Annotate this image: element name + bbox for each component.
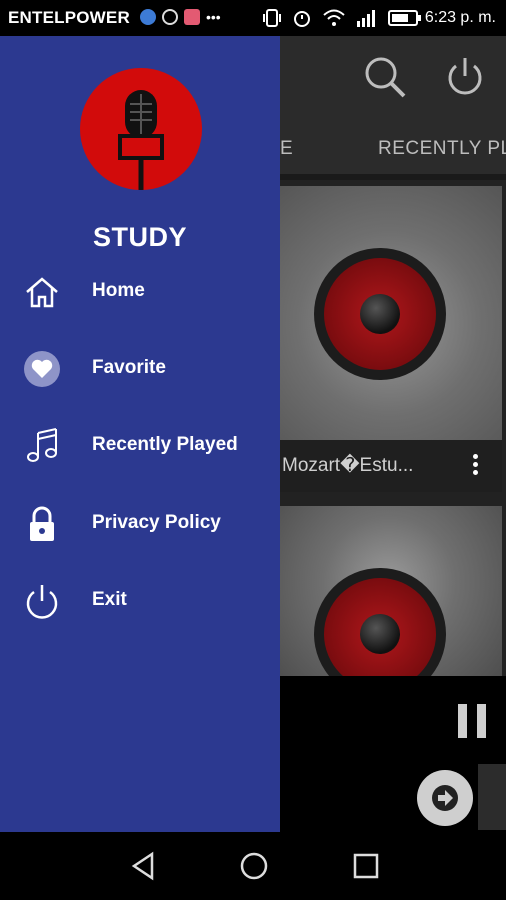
cast-icon (162, 9, 178, 25)
drawer-item-label: Favorite (92, 357, 166, 378)
microphone-logo (80, 68, 202, 190)
drawer-item-recently-played[interactable]: Recently Played (0, 416, 280, 476)
system-icons (262, 8, 422, 28)
scroll-edge (478, 764, 506, 830)
home-icon (26, 277, 58, 308)
search-icon[interactable] (362, 54, 408, 100)
track-card[interactable] (276, 506, 502, 676)
clock: 6:23 p. m. (424, 9, 496, 26)
lock-icon (30, 506, 54, 541)
more-notifications-icon: ••• (206, 9, 221, 25)
home-button-icon[interactable] (238, 850, 270, 882)
music-note-icon (27, 428, 57, 462)
wifi-icon (323, 9, 345, 26)
power-icon[interactable] (444, 54, 486, 96)
signal-icon (357, 10, 375, 27)
track-card[interactable]: Mozart�Estu... (276, 186, 502, 492)
alarm-icon (294, 11, 310, 27)
drawer-item-label: Privacy Policy (92, 512, 221, 533)
tab-recently-played[interactable]: RECENTLY PL (378, 138, 506, 160)
speaker-image (314, 568, 446, 676)
next-button[interactable] (417, 770, 473, 826)
drawer-item-privacy-policy[interactable]: Privacy Policy (0, 494, 280, 554)
back-icon[interactable] (128, 850, 160, 882)
drawer-item-exit[interactable]: Exit (0, 571, 280, 631)
heart-icon (24, 351, 60, 387)
drawer-item-label: Exit (92, 589, 127, 610)
arrow-right-icon (432, 785, 458, 811)
battery-icon (388, 10, 421, 26)
tab-home[interactable]: E (280, 138, 293, 160)
drawer-item-label: Home (92, 280, 145, 301)
more-options-icon[interactable] (473, 454, 478, 476)
track-artwork (276, 506, 502, 676)
microphone-icon (118, 90, 164, 190)
track-caption: Mozart�Estu... (276, 440, 502, 492)
app-notification-icon (140, 9, 156, 25)
vibrate-icon (263, 9, 281, 27)
drawer-item-label: Recently Played (92, 434, 238, 455)
status-bar: ENTELPOWER ••• 6:23 p. m. (0, 0, 506, 36)
carrier-name: ENTELPOWER (8, 8, 130, 27)
track-title: Mozart�Estu... (282, 455, 414, 476)
speaker-image (314, 248, 446, 380)
media-notification-icon (184, 9, 200, 25)
system-navigation-bar (0, 832, 506, 900)
power-icon (26, 585, 58, 619)
recents-icon[interactable] (350, 850, 382, 882)
drawer-title: STUDY (92, 222, 187, 252)
drawer-item-home[interactable]: Home (0, 262, 280, 322)
navigation-drawer: STUDY Home Favorite Recently Played Priv… (0, 36, 280, 832)
notification-icons: ••• (140, 9, 221, 25)
drawer-item-favorite[interactable]: Favorite (0, 339, 280, 399)
pause-icon[interactable] (458, 704, 488, 738)
